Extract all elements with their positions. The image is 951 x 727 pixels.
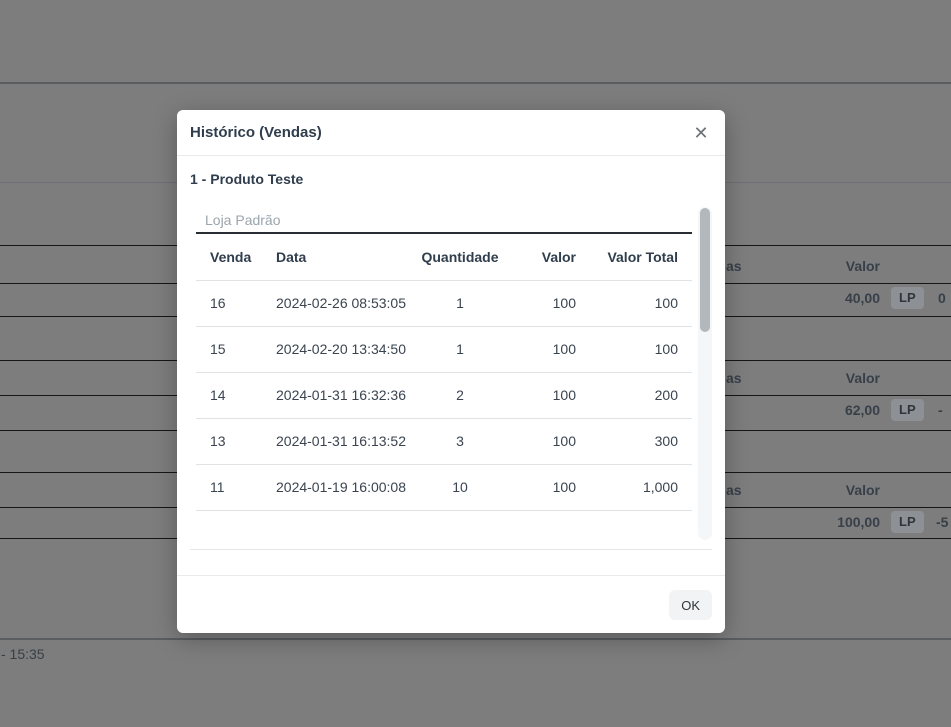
table-row: 13 2024-01-31 16:13:52 3 100 300	[196, 418, 692, 464]
cell-valor: 100	[500, 464, 582, 510]
header-valor-total: Valor Total	[582, 234, 692, 280]
store-group-label: Loja Padrão	[196, 207, 692, 234]
bg-lp-badge: LP	[891, 399, 924, 421]
bg-valor-header: Valor	[846, 370, 880, 386]
header-quantidade: Quantidade	[420, 234, 500, 280]
cell-quantidade: 2	[420, 372, 500, 418]
bg-valor-value: 40,00	[845, 290, 880, 306]
table-row: 15 2024-02-20 13:34:50 1 100 100	[196, 326, 692, 372]
cell-valor-total: 300	[582, 418, 692, 464]
cell-quantidade: 1	[420, 280, 500, 326]
sales-history-table: Venda Data Quantidade Valor Valor Total …	[196, 234, 692, 539]
table-row: 16 2024-02-26 08:53:05 1 100 100	[196, 280, 692, 326]
cell-quantidade: 10	[420, 464, 500, 510]
header-data: Data	[262, 234, 420, 280]
bg-bottom-divider	[0, 638, 951, 640]
bg-value-fragment: 0	[938, 290, 946, 306]
header-valor: Valor	[500, 234, 582, 280]
table-row-partial	[196, 510, 692, 539]
cell-data: 2024-01-31 16:13:52	[262, 418, 420, 464]
cell-valor: 100	[500, 280, 582, 326]
cell-data: 2024-02-26 08:53:05	[262, 280, 420, 326]
cell-valor-total: 1,000	[582, 464, 692, 510]
historico-vendas-modal: Histórico (Vendas) ✕ 1 - Produto Teste L…	[177, 110, 725, 633]
bg-column-header-fragment: as	[726, 370, 742, 386]
cell-quantidade: 1	[420, 326, 500, 372]
close-icon[interactable]: ✕	[690, 122, 712, 144]
bg-column-header-fragment: as	[726, 258, 742, 274]
cell-venda: 11	[196, 464, 262, 510]
bg-valor-header: Valor	[846, 482, 880, 498]
cell-venda: 15	[196, 326, 262, 372]
table-row: 11 2024-01-19 16:00:08 10 100 1,000	[196, 464, 692, 510]
bg-column-header-fragment: as	[726, 482, 742, 498]
bg-lp-badge: LP	[891, 287, 924, 309]
modal-header: Histórico (Vendas) ✕	[177, 110, 725, 156]
bg-value-fragment: -5	[936, 514, 948, 530]
cell-data: 2024-01-31 16:32:36	[262, 372, 420, 418]
bg-lp-badge: LP	[891, 511, 924, 533]
table-row: 14 2024-01-31 16:32:36 2 100 200	[196, 372, 692, 418]
cell-venda: 16	[196, 280, 262, 326]
cell-venda: 13	[196, 418, 262, 464]
header-venda: Venda	[196, 234, 262, 280]
bg-valor-header: Valor	[846, 258, 880, 274]
cell-quantidade: 3	[420, 418, 500, 464]
table-bottom-divider	[190, 549, 712, 550]
bg-valor-value: 100,00	[837, 514, 880, 530]
cell-valor: 100	[500, 372, 582, 418]
bg-valor-value: 62,00	[845, 402, 880, 418]
cell-valor-total: 100	[582, 280, 692, 326]
sales-history-scroll-area[interactable]: Loja Padrão Venda Data Quantidade Valor …	[196, 207, 692, 548]
bg-top-divider	[0, 82, 951, 84]
cell-valor: 100	[500, 326, 582, 372]
product-subtitle: 1 - Produto Teste	[190, 171, 303, 187]
cell-venda: 14	[196, 372, 262, 418]
ok-button[interactable]: OK	[669, 590, 712, 620]
cell-valor-total: 200	[582, 372, 692, 418]
cell-data: 2024-02-20 13:34:50	[262, 326, 420, 372]
cell-valor: 100	[500, 418, 582, 464]
cell-valor-total: 100	[582, 326, 692, 372]
table-header-row: Venda Data Quantidade Valor Valor Total	[196, 234, 692, 280]
partial-row-spacer	[196, 510, 692, 539]
modal-title: Histórico (Vendas)	[190, 110, 322, 156]
bg-partial-timestamp: - 15:35	[1, 646, 45, 662]
scrollbar-thumb[interactable]	[700, 208, 710, 332]
cell-data: 2024-01-19 16:00:08	[262, 464, 420, 510]
bg-value-fragment: -	[938, 402, 943, 418]
footer-divider	[177, 575, 725, 576]
